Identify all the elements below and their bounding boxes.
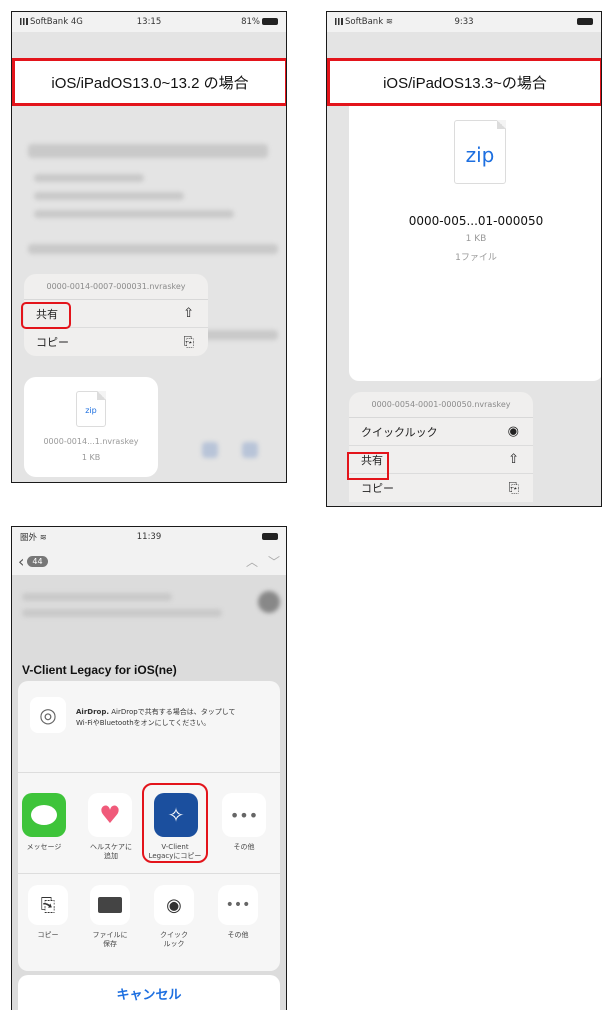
carrier-label: 圏外 [20, 533, 38, 543]
version-banner-label: iOS/iPadOS13.3~の場合 [383, 74, 547, 92]
share-icon: ⇧ [508, 452, 519, 467]
airdrop-row[interactable]: ◎ AirDrop. AirDropで共有する場合は、タップして Wi-FiやB… [18, 681, 280, 773]
share-icon: ⇧ [183, 306, 194, 321]
quicklook-label: クイックルック [361, 425, 438, 439]
zip-file-icon: zip [454, 120, 506, 184]
copy-icon: ⎘ [508, 480, 519, 496]
status-bar: 圏外 ≋ 11:39 [12, 527, 286, 547]
copy-icon: ⎘ [183, 334, 194, 350]
preview-size: 1 KB [81, 453, 101, 462]
action-label-copy: コピー [37, 931, 59, 939]
battery-icon [262, 533, 278, 540]
copy-label: コピー [361, 482, 394, 495]
zip-badge: zip [465, 143, 495, 167]
context-menu: 0000-0054-0001-000050.nvraskey クイックルック ◉… [349, 392, 533, 502]
more-dots-icon: ••• [225, 897, 251, 913]
carrier-label: SoftBank 4G [30, 17, 83, 27]
action-label-save-to-files: ファイルに 保存 [92, 931, 128, 949]
menu-filename: 0000-0054-0001-000050.nvraskey [349, 392, 533, 418]
airdrop-text: AirDropで共有する場合は、タップして [111, 708, 236, 716]
version-banner: iOS/iPadOS13.0~13.2 の場合 [12, 58, 286, 106]
cancel-label: キャンセル [116, 987, 182, 1003]
battery-icon [262, 18, 278, 25]
more-dots-icon: ••• [229, 805, 259, 825]
wifi-icon: ≋ [39, 533, 47, 543]
action-quicklook[interactable]: ◉ [154, 885, 194, 925]
back-count-badge[interactable]: 44 [27, 555, 48, 567]
mail-nav-bar: ‹ 44 ︿ ﹀ [12, 547, 286, 575]
mail-subject: V-Client Legacy for iOS(ne) [22, 663, 177, 677]
screen-ios13-0: SoftBank 4G 13:15 81% iOS/iPadOS13.0~13.… [11, 11, 287, 483]
copy-label: コピー [36, 336, 69, 349]
file-info-card: zip 0000-005...01-000050 1 KB 1ファイル [349, 106, 601, 381]
up-chevron-icon[interactable]: ︿ [246, 553, 258, 570]
wifi-icon: ≋ [385, 17, 393, 27]
down-chevron-icon[interactable]: ﹀ [268, 553, 280, 570]
menu-item-copy[interactable]: コピー ⎘ [24, 328, 208, 356]
eye-icon: ◉ [507, 424, 519, 439]
action-label-quicklook: クイック ルック [160, 931, 188, 949]
menu-item-quicklook[interactable]: クイックルック ◉ [349, 418, 533, 446]
app-label-more: その他 [233, 843, 255, 851]
action-label-more: その他 [227, 931, 249, 939]
back-chevron-icon[interactable]: ‹ [18, 552, 24, 571]
share-highlight [347, 452, 389, 480]
cancel-button[interactable]: キャンセル [18, 975, 280, 1010]
action-save-to-files[interactable] [90, 885, 130, 925]
battery-percent: 81% [241, 17, 260, 27]
version-banner: iOS/iPadOS13.3~の場合 [327, 58, 601, 106]
battery-icon [577, 18, 593, 25]
folder-icon [98, 897, 122, 913]
app-label-health: ヘルスケアに 追加 [90, 843, 132, 861]
screen-ios13-3: SoftBank ≋ 9:33 iOS/iPadOS13.3~の場合 zip 0… [326, 11, 602, 507]
status-bar: SoftBank ≋ 9:33 [327, 12, 601, 32]
file-name: 0000-005...01-000050 [408, 214, 544, 228]
zip-badge: zip [85, 406, 97, 415]
heart-icon: ♥ [99, 801, 121, 829]
status-bar: SoftBank 4G 13:15 81% [12, 12, 286, 32]
v-client-highlight [142, 783, 208, 863]
airdrop-icon: ◎ [30, 697, 66, 733]
signal-icon [335, 18, 343, 25]
file-preview-card[interactable]: zip 0000-0014...1.nvraskey 1 KB [24, 377, 158, 477]
status-time: 13:15 [136, 17, 162, 27]
share-highlight [21, 302, 71, 329]
message-bubble-icon [31, 805, 57, 825]
status-time: 9:33 [454, 17, 474, 27]
action-copy[interactable]: ⎘ [28, 885, 68, 925]
airdrop-title: AirDrop. [76, 708, 110, 716]
preview-filename: 0000-0014...1.nvraskey [43, 437, 139, 446]
file-count: 1ファイル [455, 253, 497, 263]
carrier-label: SoftBank [345, 17, 384, 27]
eye-icon: ◉ [166, 894, 182, 916]
zip-file-icon: zip [76, 391, 106, 427]
action-more[interactable]: ••• [218, 885, 258, 925]
airdrop-text-2: Wi-FiやBluetoothをオンにしてください。 [76, 718, 211, 727]
app-health[interactable]: ♥ [88, 793, 132, 837]
copy-doc-icon: ⎘ [40, 894, 56, 916]
menu-filename: 0000-0014-0007-000031.nvraskey [24, 274, 208, 300]
status-time: 11:39 [136, 532, 162, 542]
app-label-messages: メッセージ [26, 843, 62, 851]
version-banner-label: iOS/iPadOS13.0~13.2 の場合 [51, 74, 249, 92]
share-sheet: ◎ AirDrop. AirDropで共有する場合は、タップして Wi-FiやB… [18, 681, 280, 971]
app-messages[interactable] [22, 793, 66, 837]
file-size: 1 KB [465, 234, 487, 244]
app-more[interactable]: ••• [222, 793, 266, 837]
screen-share-sheet: 圏外 ≋ 11:39 ‹ 44 ︿ ﹀ V-Client Legacy for … [11, 526, 287, 1010]
signal-icon [20, 18, 28, 25]
